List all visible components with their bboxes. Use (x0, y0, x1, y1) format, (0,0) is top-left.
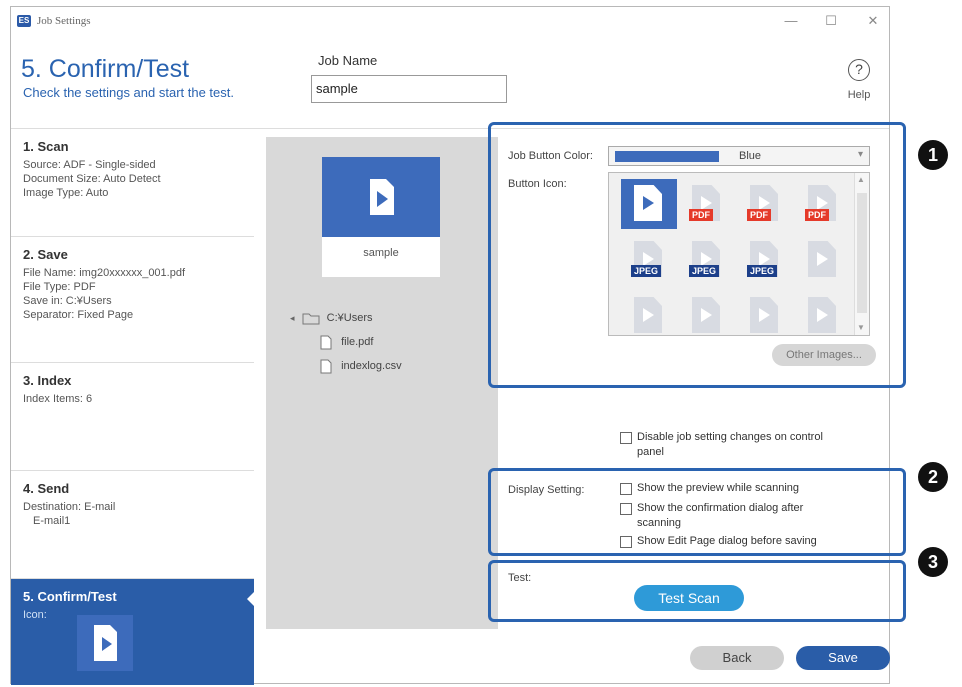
maximize-button[interactable]: ☐ (821, 13, 841, 29)
expand-arrow-icon[interactable]: ◂ (290, 313, 295, 323)
callout-badge-3: 3 (918, 547, 948, 577)
step-detail: Document Size: Auto Detect (23, 173, 161, 185)
show-edit-page-checkbox[interactable] (620, 536, 632, 548)
job-document-icon (370, 179, 394, 215)
test-label: Test: (508, 572, 532, 584)
job-button-color-select[interactable]: Blue ▾ (608, 146, 870, 166)
jpeg-tag: JPEG (747, 265, 778, 277)
save-folder-tree: ◂ C:¥Users file.pdf indexlog.csv (290, 309, 402, 381)
help-icon: ? (848, 59, 870, 81)
help-button[interactable]: ? Help (831, 59, 887, 119)
callout-badge-1: 1 (918, 140, 948, 170)
job-button-label: sample (363, 247, 399, 259)
step-detail: Separator: Fixed Page (23, 309, 134, 321)
icon-option-jpeg[interactable]: JPEG (621, 235, 677, 285)
jpeg-tag: JPEG (689, 265, 720, 277)
show-preview-label: Show the preview while scanning (637, 482, 800, 494)
step-detail: Destination: E-mail (23, 501, 116, 513)
step-name: 4. Send (23, 481, 70, 496)
other-images-button[interactable]: Other Images... (772, 344, 876, 366)
step-detail: E-mail1 (33, 515, 71, 527)
file-icon (320, 359, 332, 374)
pdf-tag: PDF (747, 209, 771, 221)
job-button-preview-icon (77, 615, 133, 671)
show-confirmation-label: Show the confirmation dialog after scann… (637, 502, 804, 529)
step-name: 2. Save (23, 247, 68, 262)
file-icon (320, 335, 332, 350)
scroll-up-icon[interactable]: ▲ (857, 175, 865, 184)
icon-option-plain[interactable] (621, 179, 677, 229)
job-name-input[interactable]: sample (311, 75, 507, 103)
step-detail: Image Type: Auto (23, 187, 109, 199)
icon-option-doc3[interactable] (795, 291, 851, 335)
tree-file-row: indexlog.csv (290, 357, 402, 381)
step-detail: File Type: PDF (23, 281, 96, 293)
close-button[interactable]: ✕ (863, 13, 883, 29)
active-step-notch (247, 589, 257, 609)
icon-grid-scrollbar[interactable]: ▲ ▼ (854, 173, 869, 335)
sidebar-step-confirm-test[interactable]: 5. Confirm/Test Icon: (11, 579, 254, 685)
job-button-color-label: Job Button Color: (508, 150, 593, 162)
page-title: 5. Confirm/Test (21, 55, 190, 83)
scroll-thumb[interactable] (857, 193, 867, 313)
icon-option-page[interactable] (795, 235, 851, 285)
chevron-down-icon: ▾ (857, 149, 863, 160)
show-confirmation-checkbox[interactable] (620, 503, 632, 515)
preview-panel: sample ◂ C:¥Users file.pdf indexlog.csv (266, 137, 498, 629)
folder-icon (302, 313, 320, 325)
tree-folder-row[interactable]: ◂ C:¥Users (290, 309, 402, 333)
button-icon-grid: PDF PDF PDF JPEG JPEG JPEG (608, 172, 870, 336)
save-button[interactable]: Save (796, 646, 890, 670)
icon-option-image[interactable] (621, 291, 677, 335)
sidebar-step-scan[interactable]: 1. Scan Source: ADF - Single-sided Docum… (11, 129, 254, 237)
icon-option-pdf[interactable]: PDF (679, 179, 735, 229)
icon-option-pdf-gray[interactable]: PDF (795, 179, 851, 229)
icon-option-pdf-color[interactable]: PDF (737, 179, 793, 229)
color-swatch (615, 151, 719, 162)
page-subtitle: Check the settings and start the test. (23, 85, 235, 100)
back-button[interactable]: Back (690, 646, 784, 670)
pdf-tag: PDF (805, 209, 829, 221)
sidebar-step-send[interactable]: 4. Send Destination: E-mail E-mail1 (11, 471, 254, 579)
step-name: 3. Index (23, 373, 72, 388)
job-button-preview: sample (322, 157, 440, 277)
sidebar-step-save[interactable]: 2. Save File Name: img20xxxxxx_001.pdf F… (11, 237, 254, 363)
window-title: Job Settings (37, 15, 91, 27)
step-name: 1. Scan (23, 139, 69, 154)
help-label: Help (847, 89, 871, 101)
step-detail: Save in: C:¥Users (23, 295, 112, 307)
step-detail: Index Items: 6 (23, 393, 93, 405)
pdf-tag: PDF (689, 209, 713, 221)
tree-file-row: file.pdf (290, 333, 402, 357)
disable-changes-label: Disable job setting changes on control p… (637, 431, 823, 458)
header: 5. Confirm/Test Check the settings and s… (11, 37, 889, 129)
icon-option-jpeg-gray[interactable]: JPEG (737, 235, 793, 285)
file-name: file.pdf (341, 336, 374, 348)
folder-path: C:¥Users (326, 312, 373, 324)
step-detail: File Name: img20xxxxxx_001.pdf (23, 267, 186, 279)
test-scan-button[interactable]: Test Scan (634, 585, 744, 611)
display-setting-label: Display Setting: (508, 484, 585, 496)
sidebar-step-index[interactable]: 3. Index Index Items: 6 (11, 363, 254, 471)
file-name: indexlog.csv (341, 360, 402, 372)
step-detail: Source: ADF - Single-sided (23, 159, 156, 171)
job-name-label: Job Name (318, 53, 378, 68)
step-name: 5. Confirm/Test (23, 589, 117, 604)
color-value: Blue (739, 150, 762, 162)
show-preview-checkbox[interactable] (620, 483, 632, 495)
jpeg-tag: JPEG (631, 265, 662, 277)
disable-changes-checkbox[interactable] (620, 432, 632, 444)
title-bar: ES Job Settings — ☐ ✕ (11, 7, 889, 37)
minimize-button[interactable]: — (781, 13, 801, 28)
icon-option-jpeg-color[interactable]: JPEG (679, 235, 735, 285)
callout-badge-2: 2 (918, 462, 948, 492)
show-edit-page-label: Show Edit Page dialog before saving (637, 535, 817, 547)
step-sidebar: 1. Scan Source: ADF - Single-sided Docum… (11, 129, 257, 685)
button-icon-label: Button Icon: (508, 178, 567, 190)
icon-option-doc[interactable] (679, 291, 735, 335)
icon-option-doc2[interactable] (737, 291, 793, 335)
app-icon: ES (17, 15, 31, 27)
scroll-down-icon[interactable]: ▼ (857, 323, 865, 332)
